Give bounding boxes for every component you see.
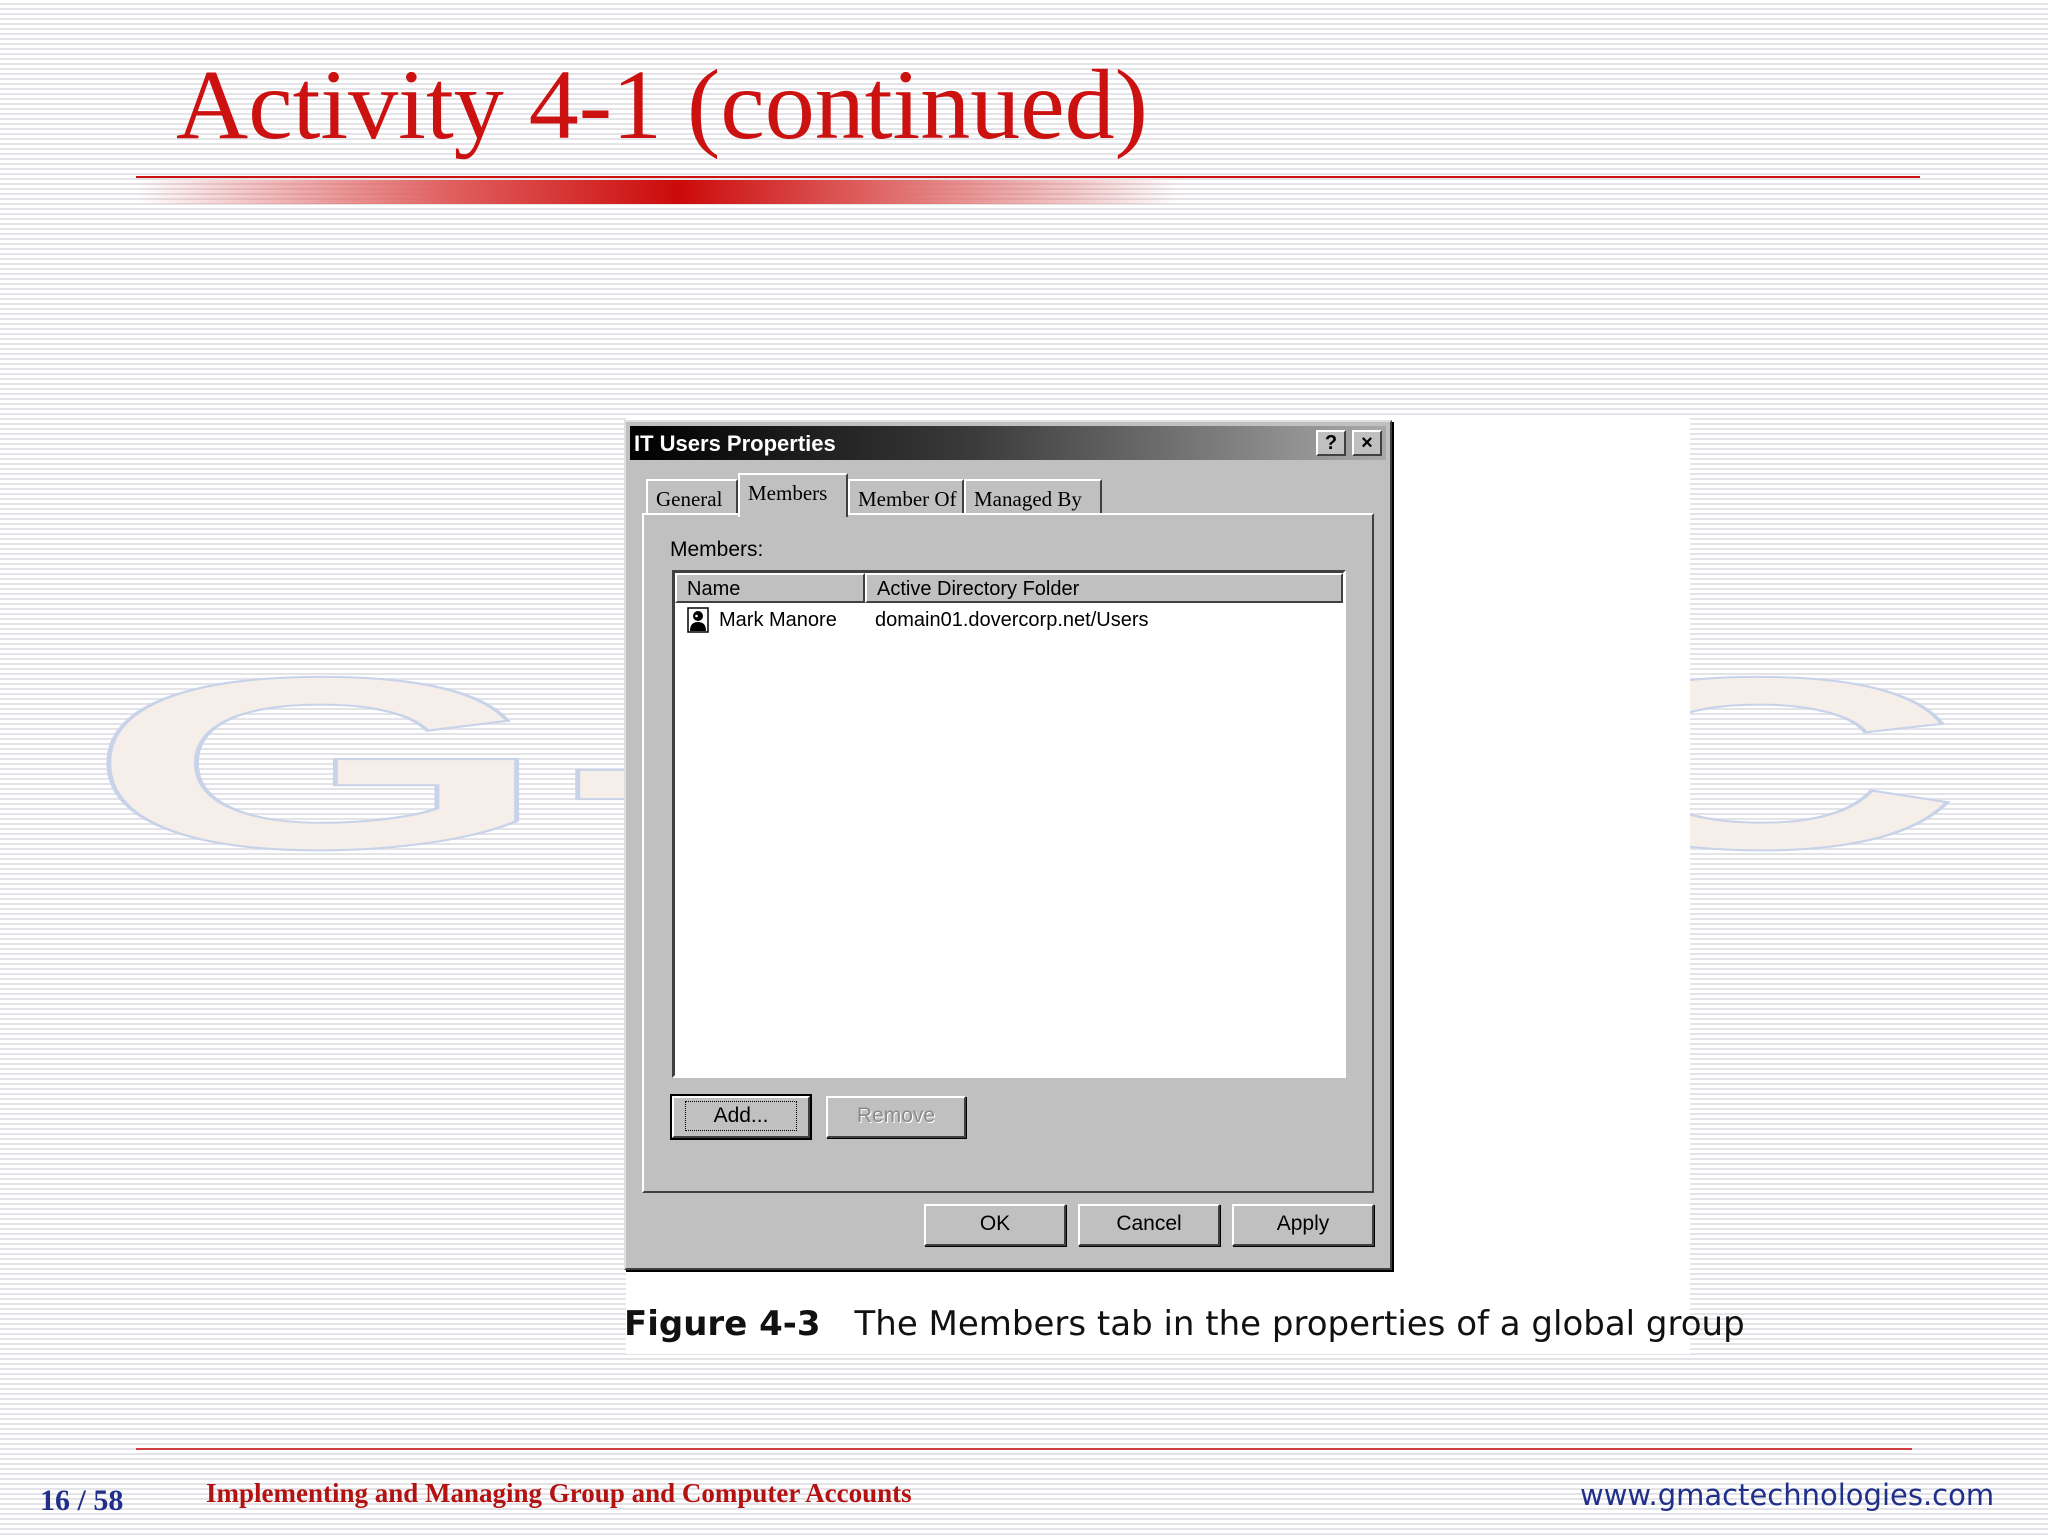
column-header-name[interactable]: Name <box>675 573 865 603</box>
members-list[interactable]: Name Active Directory Folder Mark Manore… <box>672 570 1346 1078</box>
footer-rule <box>136 1448 1912 1450</box>
member-folder: domain01.dovercorp.net/Users <box>875 609 1149 631</box>
tab-members[interactable]: Members <box>738 473 848 517</box>
tab-managed-by-label: Managed By <box>974 487 1082 511</box>
column-header-folder[interactable]: Active Directory Folder <box>865 573 1343 603</box>
tab-general-label: General <box>656 487 723 511</box>
ok-button[interactable]: OK <box>924 1204 1066 1246</box>
help-button[interactable]: ? <box>1316 430 1346 456</box>
slide-title: Activity 4-1 (continued) <box>176 49 1148 160</box>
figure-caption: Figure 4-3 The Members tab in the propert… <box>624 1304 1745 1344</box>
figure-caption-text: The Members tab in the properties of a g… <box>854 1304 1745 1344</box>
close-button[interactable]: × <box>1352 430 1382 456</box>
list-item[interactable]: Mark Manore domain01.dovercorp.net/Users <box>675 607 1343 637</box>
tab-member-of-label: Member Of <box>858 487 957 511</box>
member-name: Mark Manore <box>719 609 837 631</box>
footer-url[interactable]: www.gmactechnologies.com <box>1580 1478 1994 1512</box>
add-button[interactable]: Add... <box>670 1094 812 1140</box>
dialog-titlebar[interactable]: IT Users Properties ? × <box>630 426 1386 460</box>
dialog-title: IT Users Properties <box>634 431 836 456</box>
cancel-button[interactable]: Cancel <box>1078 1204 1220 1246</box>
title-gradient-bar <box>136 180 1180 204</box>
tab-members-label: Members <box>748 481 828 505</box>
tab-managed-by[interactable]: Managed By <box>964 479 1102 515</box>
footer-title: Implementing and Managing Group and Comp… <box>206 1478 912 1508</box>
add-button-label: Add... <box>684 1101 798 1131</box>
tab-member-of[interactable]: Member Of <box>848 479 964 515</box>
title-rule <box>136 176 1920 178</box>
page-number: 16 / 58 <box>40 1484 124 1517</box>
members-label: Members: <box>670 538 764 561</box>
tab-general[interactable]: General <box>646 479 738 515</box>
list-header: Name Active Directory Folder <box>675 573 1343 603</box>
remove-button[interactable]: Remove <box>826 1096 966 1138</box>
apply-button[interactable]: Apply <box>1232 1204 1374 1246</box>
user-icon <box>687 607 709 633</box>
figure-number: Figure 4-3 <box>624 1304 821 1344</box>
